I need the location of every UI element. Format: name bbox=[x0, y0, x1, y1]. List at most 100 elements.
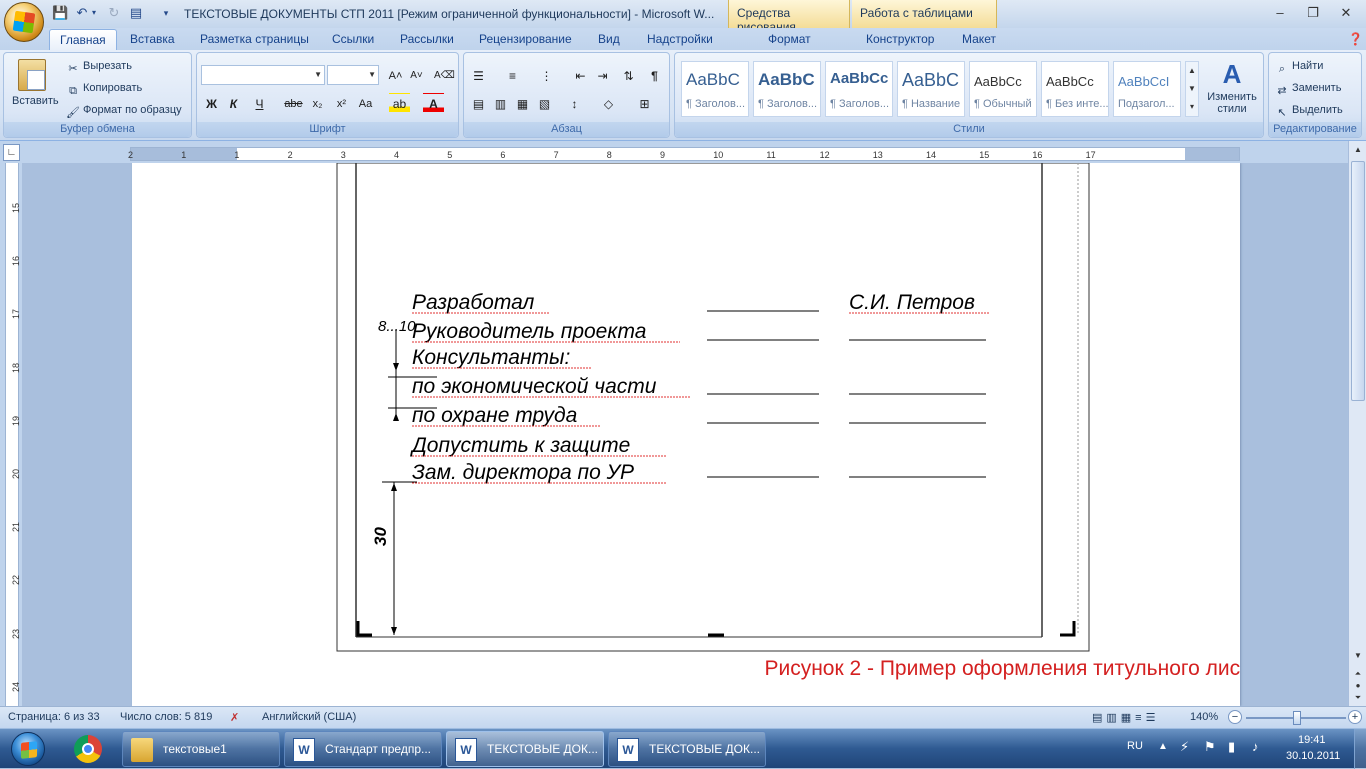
undo-icon[interactable]: ↶ bbox=[74, 5, 90, 21]
zoom-out-icon[interactable]: − bbox=[1228, 710, 1242, 724]
view-buttons[interactable]: ▤▥▦≡☰ bbox=[1092, 711, 1159, 724]
grow-font-icon[interactable]: A˄ bbox=[385, 65, 406, 85]
format-painter-button[interactable]: 🖌 Формат по образцу bbox=[66, 101, 182, 119]
tab-addins[interactable]: Надстройки bbox=[647, 31, 713, 50]
font-name-combo[interactable]: ▼ bbox=[201, 65, 325, 85]
tab-format[interactable]: Формат bbox=[768, 31, 811, 50]
replace-button[interactable]: ⇄ Заменить bbox=[1275, 79, 1341, 97]
tab-mailings[interactable]: Рассылки bbox=[400, 31, 454, 50]
style-heading2[interactable]: AaBbC ¶ Заголов... bbox=[753, 61, 821, 117]
justify-icon[interactable]: ▧ bbox=[534, 93, 555, 113]
decrease-indent-icon[interactable]: ⇤ bbox=[570, 65, 591, 85]
proofing-icon[interactable]: ✗ bbox=[230, 711, 239, 724]
browse-object-icon[interactable]: ● bbox=[1351, 681, 1365, 693]
cut-button[interactable]: ✂ Вырезать bbox=[66, 57, 132, 75]
bold-button[interactable]: Ж bbox=[201, 93, 222, 113]
chrome-icon[interactable] bbox=[70, 733, 106, 765]
shrink-font-icon[interactable]: A˅ bbox=[406, 65, 427, 85]
status-words[interactable]: Число слов: 5 819 bbox=[120, 711, 212, 723]
prev-page-icon[interactable]: ⏶ bbox=[1351, 669, 1365, 681]
scroll-down-icon[interactable]: ▼ bbox=[1351, 651, 1365, 665]
status-language[interactable]: Английский (США) bbox=[262, 711, 356, 723]
tab-page-layout[interactable]: Разметка страницы bbox=[200, 31, 309, 50]
subscript-button[interactable]: x₂ bbox=[307, 93, 328, 113]
find-button[interactable]: ⌕ Найти bbox=[1275, 57, 1323, 75]
taskbar-item-folder[interactable]: текстовые1 bbox=[122, 731, 280, 767]
customize-qat-icon[interactable]: ▾ bbox=[158, 5, 174, 21]
clear-format-icon[interactable]: A⌫ bbox=[433, 65, 455, 85]
tab-references[interactable]: Ссылки bbox=[332, 31, 374, 50]
style-heading1[interactable]: AaBbC ¶ Заголов... bbox=[681, 61, 749, 117]
tab-home[interactable]: Главная bbox=[49, 29, 117, 50]
superscript-button[interactable]: x² bbox=[331, 93, 352, 113]
bullets-icon[interactable]: ☰ bbox=[468, 65, 489, 85]
tray-bluetooth-icon[interactable]: ⚡ bbox=[1180, 739, 1189, 755]
strikethrough-button[interactable]: abe bbox=[283, 93, 304, 113]
print-icon[interactable]: ▤ bbox=[128, 5, 144, 21]
style-no-spacing[interactable]: AaBbCc ¶ Без инте... bbox=[1041, 61, 1109, 117]
language-indicator[interactable]: RU bbox=[1127, 740, 1143, 752]
document-area[interactable]: Разработал С.И. Петров Руководитель прое… bbox=[22, 163, 1347, 706]
tab-selector[interactable]: ∟ bbox=[3, 144, 20, 161]
tab-design[interactable]: Конструктор bbox=[866, 31, 934, 50]
numbering-icon[interactable]: ≡ bbox=[502, 65, 523, 85]
show-marks-button[interactable]: ¶ bbox=[644, 65, 665, 85]
taskbar-item-word-3[interactable]: W ТЕКСТОВЫЕ ДОК... bbox=[608, 731, 766, 767]
styles-scroll[interactable]: ▲ ▼ ▾ bbox=[1185, 61, 1199, 117]
office-button[interactable] bbox=[4, 2, 44, 42]
style-subtitle[interactable]: AaBbCcI Подзагол... bbox=[1113, 61, 1181, 117]
font-color-icon[interactable]: A bbox=[423, 93, 444, 113]
zoom-in-icon[interactable]: + bbox=[1348, 710, 1362, 724]
font-size-combo[interactable]: ▼ bbox=[327, 65, 379, 85]
select-button[interactable]: ↖ Выделить bbox=[1275, 101, 1342, 119]
horizontal-ruler[interactable]: 2 1 1 2 3 4 5 6 7 8 9 10 11 12 13 14 15 16 17 bbox=[128, 147, 1240, 161]
tab-insert[interactable]: Вставка bbox=[130, 31, 175, 50]
tray-flag-icon[interactable]: ⚑ bbox=[1204, 739, 1216, 755]
vertical-scrollbar[interactable]: ▲ ▼ ⏶ ● ⏷ bbox=[1348, 141, 1366, 706]
undo-dropdown-icon[interactable]: ▾ bbox=[90, 5, 98, 21]
scroll-thumb[interactable] bbox=[1351, 161, 1365, 401]
zoom-level[interactable]: 140% bbox=[1190, 711, 1218, 723]
save-icon[interactable]: 💾 bbox=[52, 5, 68, 21]
style-heading3[interactable]: AaBbCc ¶ Заголов... bbox=[825, 61, 893, 117]
copy-button[interactable]: ⧉ Копировать bbox=[66, 79, 142, 97]
restore-icon[interactable]: ❐ bbox=[1303, 5, 1323, 21]
taskbar-item-word-1[interactable]: W Стандарт предпр... bbox=[284, 731, 442, 767]
style-title[interactable]: AaBbC ¶ Название bbox=[897, 61, 965, 117]
tab-view[interactable]: Вид bbox=[598, 31, 620, 50]
start-button[interactable] bbox=[2, 729, 54, 769]
tray-volume-icon[interactable]: ♪ bbox=[1252, 739, 1259, 754]
taskbar-item-word-2[interactable]: W ТЕКСТОВЫЕ ДОК... bbox=[446, 731, 604, 767]
align-right-icon[interactable]: ▦ bbox=[512, 93, 533, 113]
multilevel-list-icon[interactable]: ⋮ bbox=[536, 65, 557, 85]
italic-button[interactable]: К bbox=[223, 93, 244, 113]
align-left-icon[interactable]: ▤ bbox=[468, 93, 489, 113]
next-page-icon[interactable]: ⏷ bbox=[1351, 693, 1365, 705]
scroll-up-icon[interactable]: ▲ bbox=[1351, 145, 1365, 159]
zoom-slider-thumb[interactable] bbox=[1293, 711, 1301, 725]
minimize-icon[interactable]: – bbox=[1270, 5, 1290, 21]
redo-icon[interactable]: ↻ bbox=[106, 5, 122, 21]
tab-layout[interactable]: Макет bbox=[962, 31, 996, 50]
increase-indent-icon[interactable]: ⇥ bbox=[592, 65, 613, 85]
tray-network-icon[interactable]: ▮ bbox=[1228, 739, 1235, 755]
highlight-icon[interactable]: ab bbox=[389, 93, 410, 113]
sort-icon[interactable]: ⇅ bbox=[618, 65, 639, 85]
change-styles-button[interactable]: A Изменить стили bbox=[1203, 57, 1261, 121]
show-desktop-button[interactable] bbox=[1354, 729, 1366, 769]
line-spacing-icon[interactable]: ↕ bbox=[564, 93, 585, 113]
help-icon[interactable]: ❓ bbox=[1348, 31, 1363, 50]
close-icon[interactable]: ✕ bbox=[1336, 5, 1356, 21]
tray-expand-icon[interactable]: ▲ bbox=[1158, 741, 1168, 752]
align-center-icon[interactable]: ▥ bbox=[490, 93, 511, 113]
document-page[interactable]: Разработал С.И. Петров Руководитель прое… bbox=[132, 163, 1347, 706]
style-normal[interactable]: AaBbCc ¶ Обычный bbox=[969, 61, 1037, 117]
tab-review[interactable]: Рецензирование bbox=[479, 31, 572, 50]
clock-date[interactable]: 30.10.2011 bbox=[1286, 750, 1340, 762]
borders-icon[interactable]: ⊞ bbox=[634, 93, 655, 113]
status-page[interactable]: Страница: 6 из 33 bbox=[8, 711, 100, 723]
vertical-ruler[interactable]: 15 16 17 18 19 20 21 22 23 24 bbox=[5, 163, 21, 706]
underline-button[interactable]: Ч bbox=[249, 93, 270, 113]
clock-time[interactable]: 19:41 bbox=[1298, 734, 1326, 746]
change-case-button[interactable]: Aa bbox=[355, 93, 376, 113]
